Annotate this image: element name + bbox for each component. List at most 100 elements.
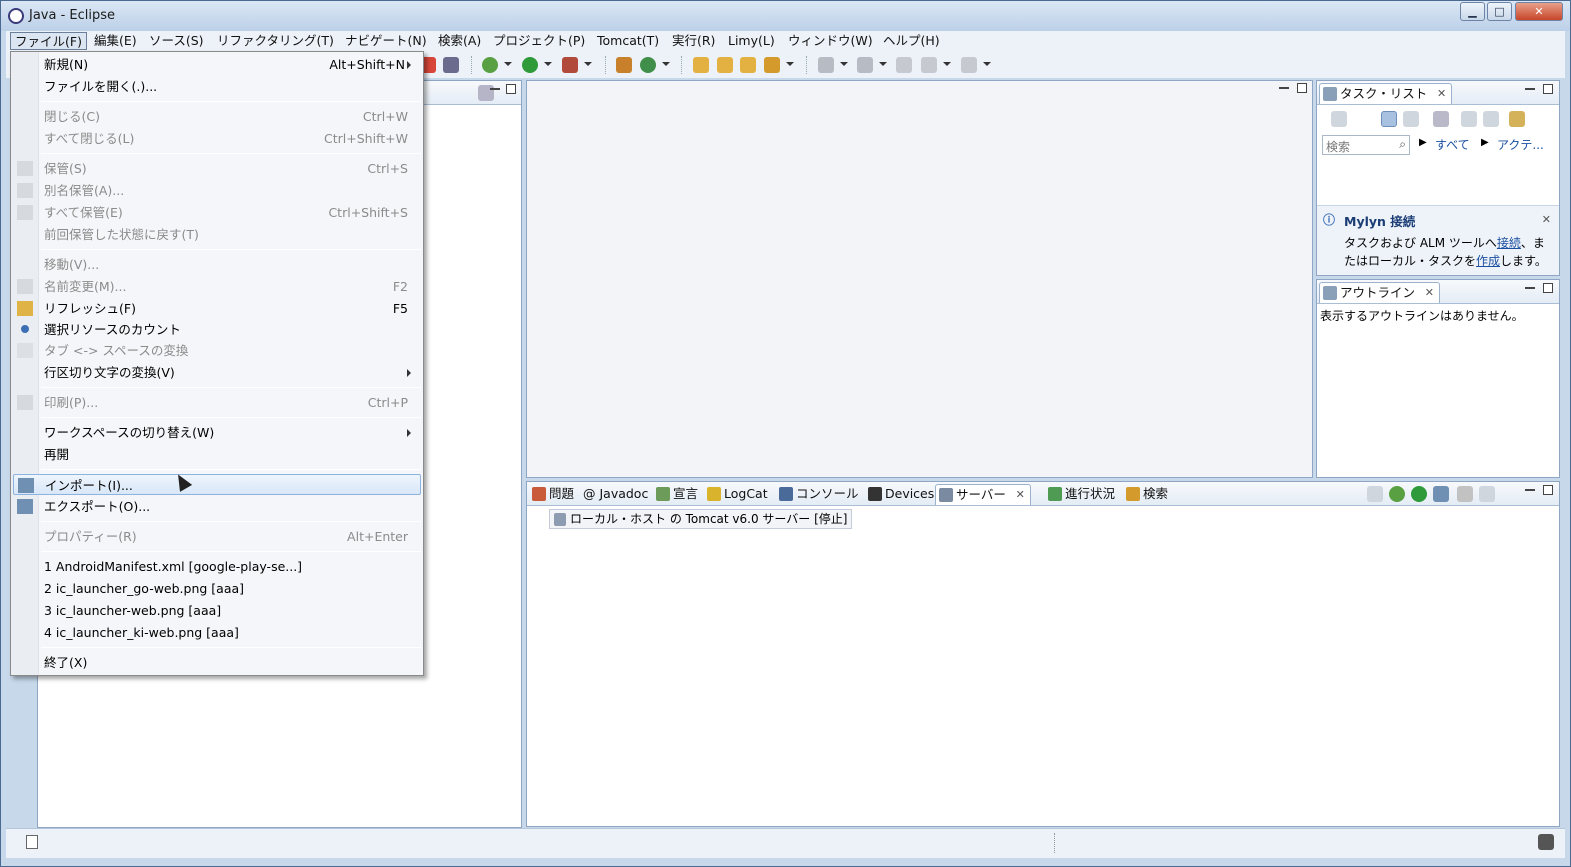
menu-file[interactable]: ファイル(F)	[10, 32, 87, 50]
open-resource-icon[interactable]	[717, 57, 733, 73]
tab-console[interactable]: コンソール	[776, 484, 859, 505]
menu-item-recent-file-4[interactable]: 4 ic_launcher_ki-web.png [aaa]	[13, 622, 421, 643]
menu-item-import[interactable]: インポート(I)...	[13, 474, 421, 495]
maximize-view-icon[interactable]	[1543, 84, 1553, 94]
collapse-icon[interactable]	[1367, 486, 1383, 502]
menu-item-save-all[interactable]: すべて保管(E) Ctrl+Shift+S	[13, 202, 421, 223]
menu-navigate[interactable]: ナビゲート(N)	[341, 32, 431, 50]
close-icon[interactable]: ✕	[1437, 84, 1446, 104]
menu-source[interactable]: ソース(S)	[145, 32, 208, 50]
minimize-view-icon[interactable]	[1525, 287, 1535, 289]
minimize-view-icon[interactable]	[490, 88, 500, 90]
menu-project[interactable]: プロジェクト(P)	[489, 32, 589, 50]
create-link[interactable]: 作成	[1476, 254, 1500, 268]
categorized-icon[interactable]	[1381, 111, 1397, 127]
minimize-view-icon[interactable]	[1525, 88, 1535, 90]
scheduled-icon[interactable]	[1403, 111, 1419, 127]
debug-icon[interactable]	[482, 57, 498, 73]
maximize-view-icon[interactable]	[1543, 283, 1553, 293]
tab-declaration[interactable]: 宣言	[653, 484, 698, 505]
back-icon[interactable]	[921, 57, 937, 73]
external-tools-dropdown-icon[interactable]	[584, 62, 592, 66]
collapse-all-icon[interactable]	[1483, 111, 1499, 127]
new-class-dropdown-icon[interactable]	[662, 62, 670, 66]
minimize-button[interactable]: ▁	[1460, 2, 1485, 21]
menu-item-recent-file-1[interactable]: 1 AndroidManifest.xml [google-play-se...…	[13, 556, 421, 577]
maximize-editor-icon[interactable]	[1297, 83, 1307, 93]
connect-link[interactable]: 接続	[1497, 236, 1521, 250]
menu-item-revert[interactable]: 前回保管した状態に戻す(T)	[13, 224, 421, 245]
new-task-icon[interactable]	[1331, 111, 1347, 127]
minimize-editor-icon[interactable]	[1279, 87, 1289, 89]
menu-item-new[interactable]: 新規(N) Alt+Shift+N	[13, 54, 421, 75]
maximize-view-icon[interactable]	[506, 84, 516, 94]
menu-item-exit[interactable]: 終了(X)	[13, 652, 421, 673]
menu-item-switch-workspace[interactable]: ワークスペースの切り替え(W)	[13, 422, 421, 443]
close-button[interactable]: ✕	[1515, 2, 1563, 21]
menu-search[interactable]: 検索(A)	[434, 32, 485, 50]
tab-search[interactable]: 検索	[1123, 484, 1168, 505]
menu-item-print[interactable]: 印刷(P)... Ctrl+P	[13, 392, 421, 413]
tab-problems[interactable]: 問題	[529, 484, 574, 505]
run-dropdown-icon[interactable]	[544, 62, 552, 66]
menu-item-rename[interactable]: 名前変更(M)... F2	[13, 276, 421, 297]
maximize-button[interactable]: □	[1487, 2, 1512, 21]
last-edit-icon[interactable]	[896, 57, 912, 73]
close-icon[interactable]: ✕	[1542, 213, 1551, 226]
run-icon[interactable]	[522, 57, 538, 73]
menu-item-recent-file-3[interactable]: 3 ic_launcher-web.png [aaa]	[13, 600, 421, 621]
next-annotation-dropdown-icon[interactable]	[840, 62, 848, 66]
search-dropdown-icon[interactable]	[786, 62, 794, 66]
filter-all-link[interactable]: すべて	[1435, 136, 1470, 153]
prev-annotation-dropdown-icon[interactable]	[879, 62, 887, 66]
heap-status-icon[interactable]	[1538, 834, 1554, 850]
menu-item-refresh[interactable]: リフレッシュ(F) F5	[13, 298, 421, 319]
tab-javadoc[interactable]: @ Javadoc	[579, 484, 648, 505]
menu-window[interactable]: ウィンドウ(W)	[784, 32, 877, 50]
focus-icon[interactable]	[1509, 111, 1525, 127]
debug-server-icon[interactable]	[1389, 486, 1405, 502]
menu-item-open-file[interactable]: ファイルを開く(.)...	[13, 76, 421, 97]
menu-refactor[interactable]: リファクタリング(T)	[213, 32, 338, 50]
forward-icon[interactable]	[961, 57, 977, 73]
search-rocket-icon[interactable]	[764, 57, 780, 73]
back-dropdown-icon[interactable]	[943, 62, 951, 66]
profile-server-icon[interactable]	[1433, 486, 1449, 502]
server-entry[interactable]: ローカル・ホスト の Tomcat v6.0 サーバー [停止]	[549, 509, 853, 529]
menu-item-export[interactable]: エクスポート(O)...	[13, 496, 421, 517]
close-icon[interactable]: ✕	[1425, 283, 1434, 303]
menu-run[interactable]: 実行(R)	[668, 32, 719, 50]
prev-annotation-icon[interactable]	[857, 57, 873, 73]
next-annotation-icon[interactable]	[818, 57, 834, 73]
debug-dropdown-icon[interactable]	[504, 62, 512, 66]
stop-server-icon[interactable]	[1457, 486, 1473, 502]
menu-item-recent-file-2[interactable]: 2 ic_launcher_go-web.png [aaa]	[13, 578, 421, 599]
menu-item-properties[interactable]: プロパティー(R) Alt+Enter	[13, 526, 421, 547]
menu-limy[interactable]: Limy(L)	[724, 32, 779, 50]
tab-outline[interactable]: アウトライン ✕	[1319, 282, 1441, 303]
filter-active-link[interactable]: アクテ...	[1497, 136, 1544, 153]
tab-logcat[interactable]: LogCat	[704, 484, 768, 505]
fast-view-icon[interactable]	[26, 835, 38, 849]
task-search-input[interactable]: 検索 ⌕	[1322, 135, 1410, 155]
synchronize-icon[interactable]	[1433, 111, 1449, 127]
menu-edit[interactable]: 編集(E)	[90, 32, 141, 50]
maximize-view-icon[interactable]	[1543, 485, 1553, 495]
menu-item-save-as[interactable]: 別名保管(A)...	[13, 180, 421, 201]
minimize-view-icon[interactable]	[1525, 489, 1535, 491]
close-icon[interactable]: ✕	[1016, 485, 1025, 505]
menu-item-close[interactable]: 閉じる(C) Ctrl+W	[13, 106, 421, 127]
menu-item-convert-line-delimiters[interactable]: 行区切り文字の変換(V)	[13, 362, 421, 383]
new-package-icon[interactable]	[616, 57, 632, 73]
forward-dropdown-icon[interactable]	[983, 62, 991, 66]
start-server-icon[interactable]	[1411, 486, 1427, 502]
open-type-icon[interactable]	[693, 57, 709, 73]
new-class-icon[interactable]	[640, 57, 656, 73]
tab-progress[interactable]: 進行状況	[1045, 484, 1115, 505]
menu-item-move[interactable]: 移動(V)...	[13, 254, 421, 275]
menu-tomcat[interactable]: Tomcat(T)	[593, 32, 663, 50]
tab-servers[interactable]: サーバー ✕	[935, 484, 1031, 505]
menu-item-count-resources[interactable]: 選択リソースのカウント	[13, 319, 421, 340]
build-icon[interactable]	[443, 57, 459, 73]
publish-icon[interactable]	[1479, 486, 1495, 502]
